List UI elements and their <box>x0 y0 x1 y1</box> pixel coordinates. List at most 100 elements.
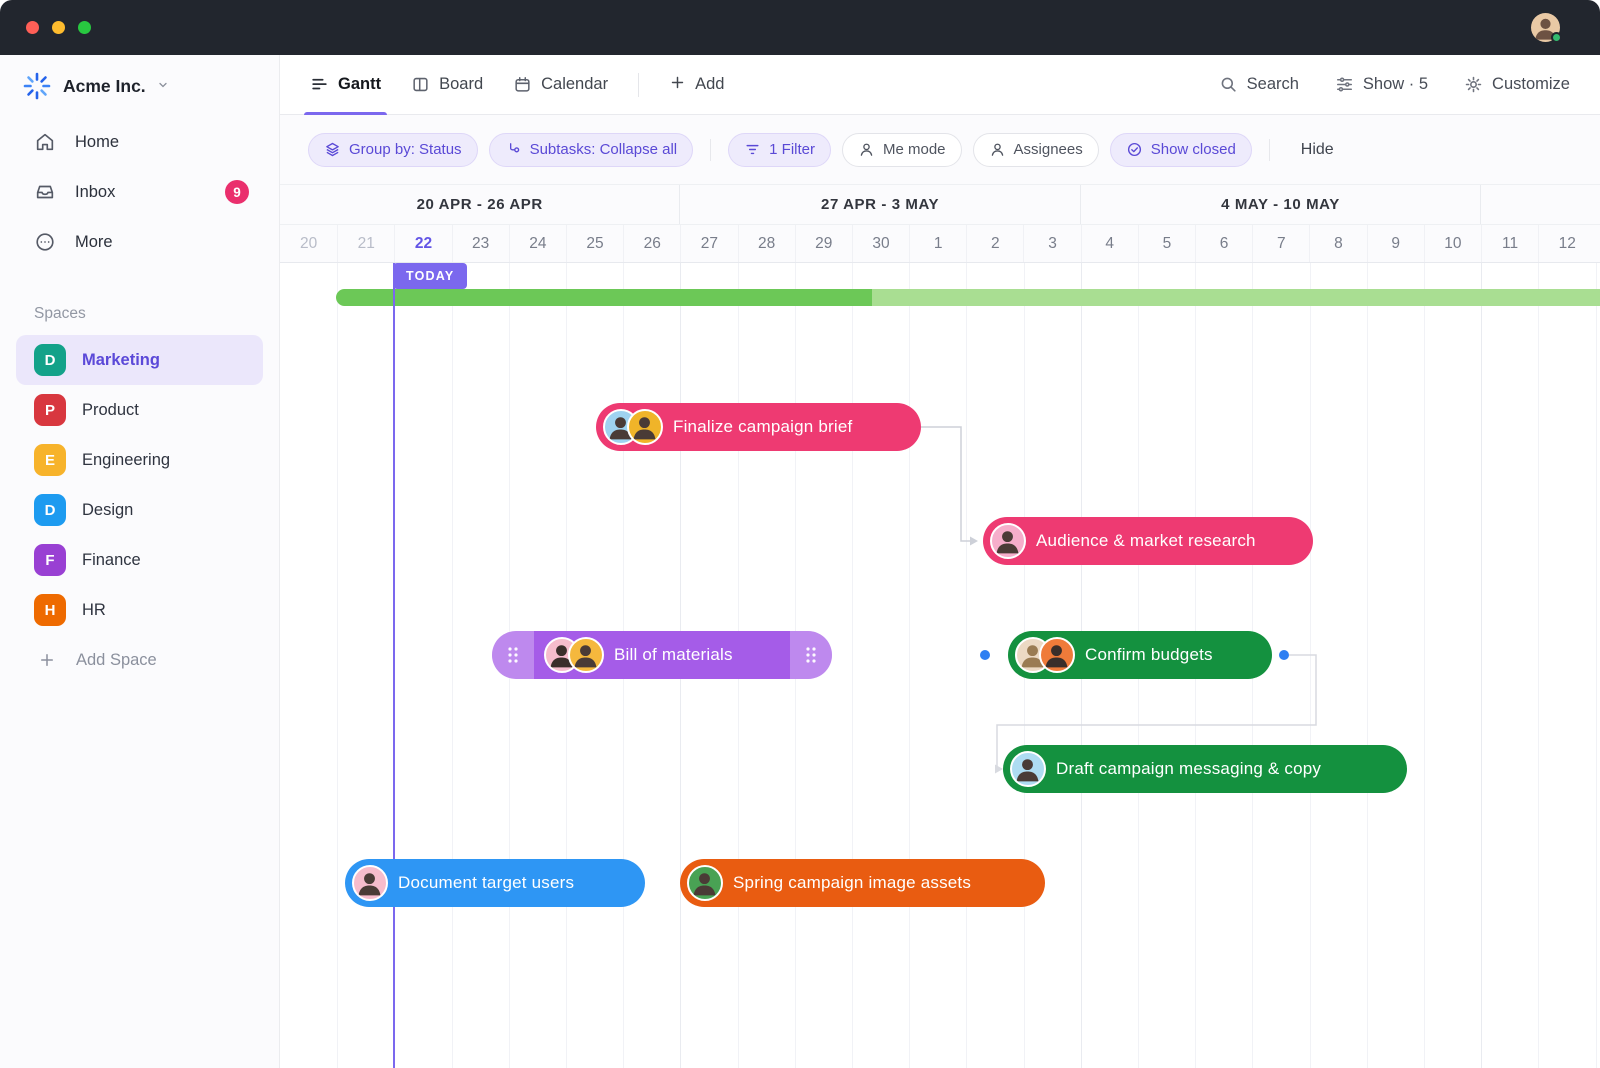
calendar-icon <box>513 75 532 94</box>
filter-divider <box>1268 138 1270 161</box>
space-icon: D <box>34 344 66 376</box>
day-header-4: 4 <box>1080 225 1138 262</box>
sliders-icon <box>1335 75 1354 94</box>
filter-divider <box>710 138 712 161</box>
day-header-10: 10 <box>1423 225 1481 262</box>
tab-board[interactable]: Board <box>411 55 483 115</box>
view-toolbar: Gantt Board Calendar Add Search Show · 5… <box>280 55 1600 115</box>
space-label: Design <box>82 500 134 519</box>
week-header <box>1481 185 1600 224</box>
pill-label: Me mode <box>882 141 946 158</box>
day-header-28: 28 <box>737 225 795 262</box>
task-label: Audience & market research <box>1036 531 1256 550</box>
hide-button[interactable]: Hide <box>1301 141 1334 159</box>
nav-label: Home <box>75 132 120 151</box>
dependency-link-dot-left[interactable] <box>980 650 990 660</box>
customize-button[interactable]: Customize <box>1464 75 1570 94</box>
plus-icon <box>38 651 56 669</box>
toolbar-divider <box>638 72 640 97</box>
zoom-window-button[interactable] <box>78 21 91 34</box>
week-header: 27 APR - 3 MAY <box>680 185 1081 224</box>
task-bar-draft-campaign-messaging[interactable]: Draft campaign messaging & copy <box>1003 745 1407 793</box>
day-header-24: 24 <box>508 225 566 262</box>
day-header-22: 22 <box>394 225 451 262</box>
inbox-icon <box>34 181 56 203</box>
task-label: Finalize campaign brief <box>673 417 853 436</box>
day-header-23: 23 <box>451 225 509 262</box>
tab-gantt[interactable]: Gantt <box>303 55 388 115</box>
assignee-avatar <box>1039 637 1075 673</box>
workspace-name: Acme Inc. <box>63 75 146 96</box>
assignee-avatar <box>627 409 663 445</box>
gear-icon <box>1464 75 1483 94</box>
me-mode-pill[interactable]: Me mode <box>841 132 962 167</box>
workspace-switcher[interactable]: Acme Inc. <box>0 55 279 117</box>
space-label: Marketing <box>82 350 160 369</box>
sidebar-item-engineering[interactable]: E Engineering <box>0 435 279 485</box>
sidebar-item-home[interactable]: Home <box>0 117 279 167</box>
search-button[interactable]: Search <box>1219 75 1299 94</box>
week-header-row: 20 APR - 26 APR 27 APR - 3 MAY 4 MAY - 1… <box>280 185 1600 225</box>
spaces-heading: Spaces <box>34 305 86 322</box>
close-window-button[interactable] <box>26 21 39 34</box>
day-header-3: 3 <box>1023 225 1080 262</box>
group-by-pill[interactable]: Group by: Status <box>308 132 478 167</box>
drag-handle-left[interactable] <box>492 631 534 679</box>
task-label: Bill of materials <box>614 645 733 664</box>
show-closed-pill[interactable]: Show closed <box>1109 132 1252 167</box>
add-space-label: Add Space <box>76 650 157 669</box>
task-bar-bill-of-materials[interactable]: Bill of materials <box>492 631 832 679</box>
space-icon: F <box>34 544 66 576</box>
subtask-icon <box>505 141 522 158</box>
week-header: 4 MAY - 10 MAY <box>1081 185 1482 224</box>
show-button[interactable]: Show · 5 <box>1335 75 1428 94</box>
sidebar-item-hr[interactable]: H HR <box>0 585 279 635</box>
sidebar-item-design[interactable]: D Design <box>0 485 279 535</box>
sidebar-item-finance[interactable]: F Finance <box>0 535 279 585</box>
sidebar-item-inbox[interactable]: Inbox 9 <box>0 167 279 217</box>
main-content: Gantt Board Calendar Add Search Show · 5… <box>280 55 1600 1068</box>
day-header-2: 2 <box>966 225 1023 262</box>
day-header-30: 30 <box>851 225 909 262</box>
task-bar-confirm-budgets[interactable]: Confirm budgets <box>1008 631 1272 679</box>
minimize-window-button[interactable] <box>52 21 65 34</box>
toolbar-right: Search Show · 5 Customize <box>1219 75 1570 94</box>
task-label: Document target users <box>398 873 575 892</box>
day-header-8: 8 <box>1309 225 1366 262</box>
board-icon <box>411 75 430 94</box>
task-bar-finalize-campaign-brief[interactable]: Finalize campaign brief <box>596 403 921 451</box>
assignee-avatars <box>1010 751 1046 787</box>
pill-label: 1 Filter <box>769 141 815 158</box>
day-header-25: 25 <box>565 225 623 262</box>
day-header-1: 1 <box>909 225 966 262</box>
pill-label: Group by: Status <box>349 141 462 158</box>
day-header-9: 9 <box>1366 225 1424 262</box>
tab-calendar[interactable]: Calendar <box>513 55 608 115</box>
task-bar-spring-campaign-image-assets[interactable]: Spring campaign image assets <box>680 859 1045 907</box>
assignees-pill[interactable]: Assignees <box>972 132 1099 167</box>
gantt-chart: TODAY Finalize campaign brief Audience &… <box>280 263 1600 1068</box>
person-icon <box>858 141 875 158</box>
day-header-6: 6 <box>1195 225 1252 262</box>
day-header-7: 7 <box>1252 225 1309 262</box>
add-space-button[interactable]: Add Space <box>0 635 279 685</box>
assignee-avatars <box>990 523 1026 559</box>
day-header-27: 27 <box>680 225 737 262</box>
assignee-avatar <box>1010 751 1046 787</box>
user-avatar[interactable] <box>1531 13 1562 43</box>
app-window: Acme Inc. Home Inbox 9 More Spaces D Mar… <box>0 0 1600 1068</box>
chevron-down-icon <box>157 78 169 96</box>
day-header-26: 26 <box>623 225 680 262</box>
sidebar-item-product[interactable]: P Product <box>0 385 279 435</box>
assignee-avatar <box>568 637 604 673</box>
sidebar-item-more[interactable]: More <box>0 217 279 267</box>
task-bar-document-target-users[interactable]: Document target users <box>345 859 645 907</box>
sidebar-item-marketing[interactable]: D Marketing <box>16 335 263 385</box>
pill-label: Subtasks: Collapse all <box>529 141 678 158</box>
space-icon: H <box>34 594 66 626</box>
dependency-link-dot-right[interactable] <box>1279 650 1289 660</box>
subtasks-pill[interactable]: Subtasks: Collapse all <box>488 132 694 167</box>
filter-count-pill[interactable]: 1 Filter <box>728 132 831 167</box>
add-view-button[interactable]: Add <box>669 74 724 96</box>
task-bar-audience-market-research[interactable]: Audience & market research <box>983 517 1313 565</box>
